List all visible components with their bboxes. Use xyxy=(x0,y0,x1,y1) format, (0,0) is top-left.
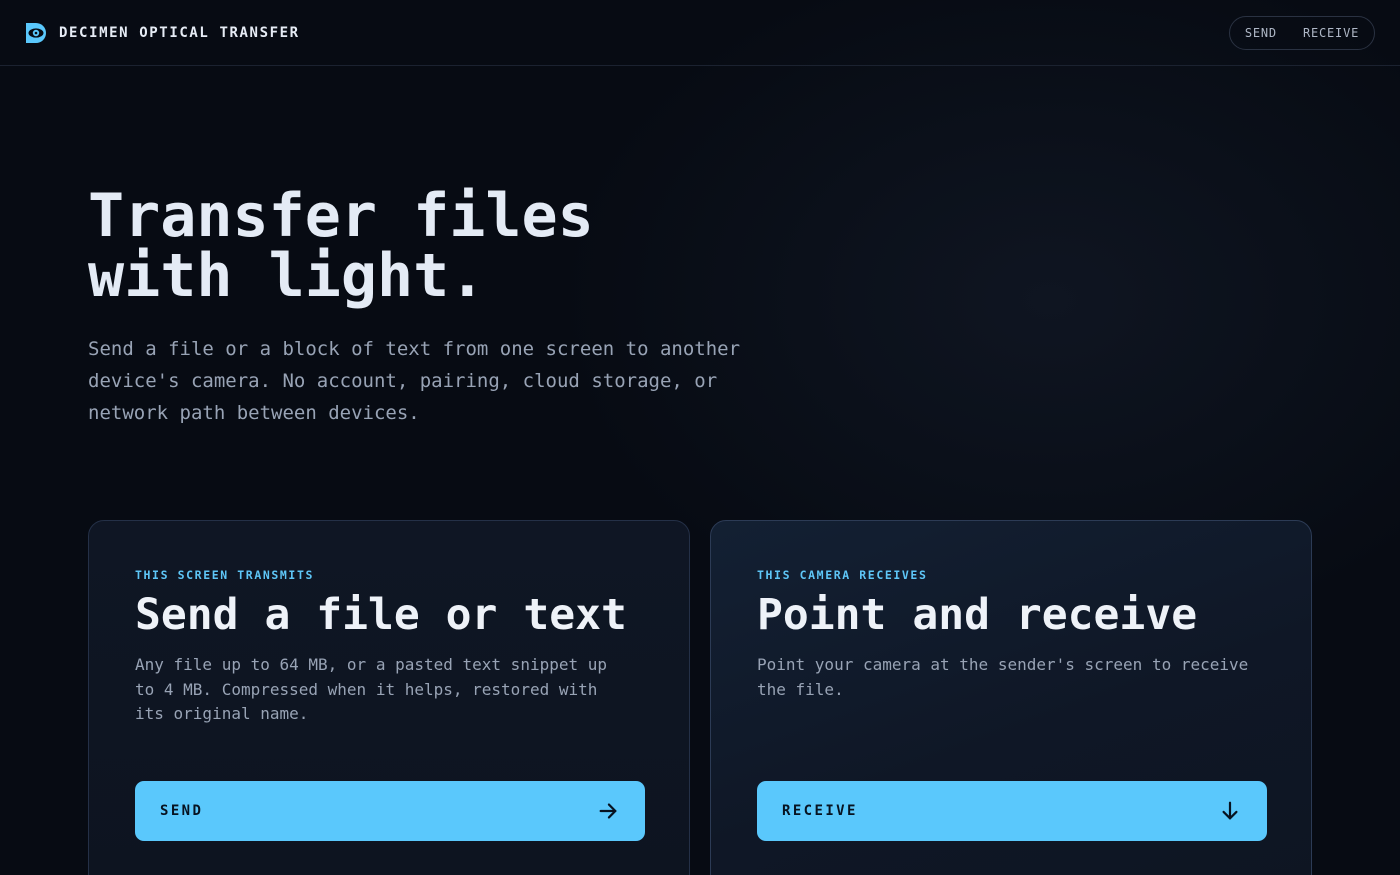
arrow-right-icon xyxy=(599,803,617,819)
nav-send-link[interactable]: SEND xyxy=(1245,26,1277,40)
send-card-description: Any file up to 64 MB, or a pasted text s… xyxy=(135,655,608,723)
receive-card: THIS CAMERA RECEIVES Point and receive P… xyxy=(710,520,1312,875)
receive-card-title: Point and receive xyxy=(757,590,1198,640)
brand[interactable]: DECIMEN OPTICAL TRANSFER xyxy=(24,21,300,45)
receive-button[interactable]: RECEIVE xyxy=(757,781,1267,841)
eye-d-logo-icon xyxy=(26,23,46,43)
hero-title-line-1: Transfer files xyxy=(88,181,594,251)
brand-name: DECIMEN OPTICAL TRANSFER xyxy=(59,25,300,41)
hero-title: Transfer files with light. xyxy=(88,186,594,306)
send-button[interactable]: SEND xyxy=(135,781,645,841)
receive-card-eyebrow: THIS CAMERA RECEIVES xyxy=(757,568,928,582)
hero-title-line-2: with light. xyxy=(88,241,486,311)
arrow-down-icon xyxy=(1222,801,1238,820)
send-card-title: Send a file or text xyxy=(135,590,627,640)
send-button-label: SEND xyxy=(160,803,204,819)
top-nav: SEND RECEIVE xyxy=(1229,16,1375,50)
receive-button-label: RECEIVE xyxy=(782,803,858,819)
hero-subtitle: Send a file or a block of text from one … xyxy=(88,338,741,424)
top-bar: DECIMEN OPTICAL TRANSFER SEND RECEIVE xyxy=(0,0,1400,66)
receive-card-description: Point your camera at the sender's screen… xyxy=(757,655,1249,699)
send-card-eyebrow: THIS SCREEN TRANSMITS xyxy=(135,568,314,582)
send-card: THIS SCREEN TRANSMITS Send a file or tex… xyxy=(88,520,690,875)
nav-receive-link[interactable]: RECEIVE xyxy=(1303,26,1359,40)
